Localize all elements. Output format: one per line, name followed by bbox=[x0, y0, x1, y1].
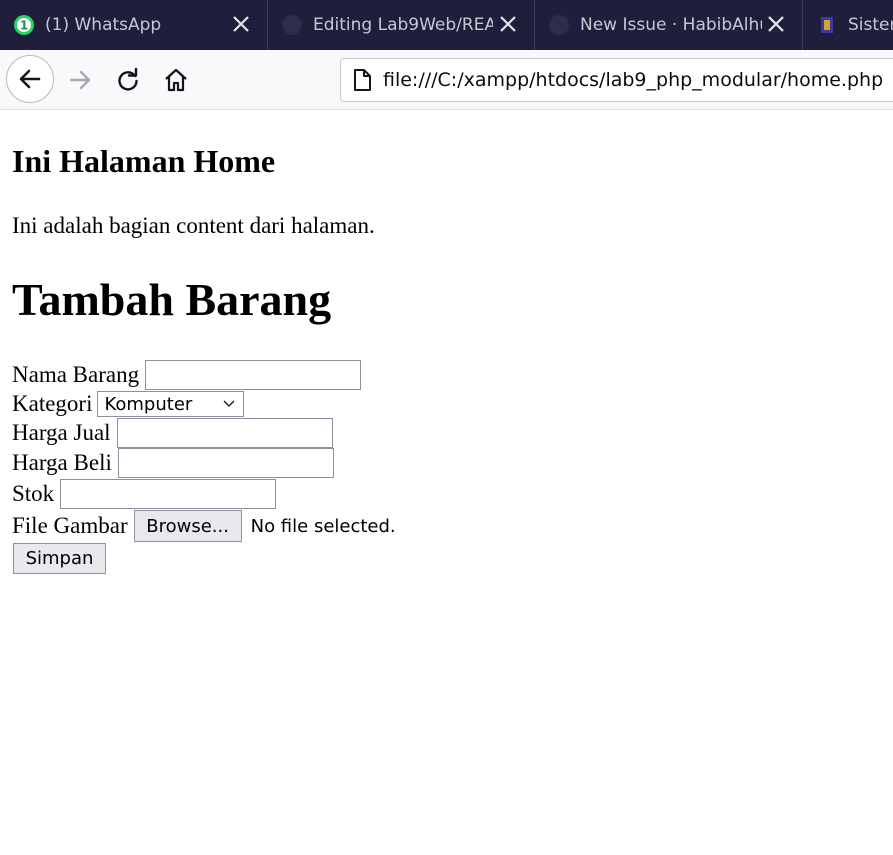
stok-label: Stok bbox=[12, 481, 55, 506]
simpan-button[interactable]: Simpan bbox=[13, 543, 106, 574]
harga-beli-row: Harga Beli bbox=[12, 448, 334, 478]
close-icon[interactable] bbox=[231, 14, 251, 34]
github-icon bbox=[281, 14, 303, 36]
kategori-row: Kategori Komputer bbox=[12, 391, 245, 417]
whatsapp-badge: 1 bbox=[20, 19, 28, 33]
tab-strip: 1 (1) WhatsApp Editing Lab9Web/README Ne… bbox=[0, 0, 893, 50]
file-gambar-label: File Gambar bbox=[12, 513, 128, 538]
harga-beli-input[interactable] bbox=[117, 448, 334, 478]
file-status-text: No file selected. bbox=[250, 515, 396, 537]
tab-title: New Issue · HabibAlhuda bbox=[580, 15, 762, 35]
page-file-icon bbox=[351, 68, 373, 92]
form-title: Tambah Barang bbox=[12, 274, 332, 325]
site-favicon-icon bbox=[816, 14, 838, 36]
home-button[interactable] bbox=[152, 56, 200, 104]
nama-barang-row: Nama Barang bbox=[12, 360, 362, 390]
url-text: file:///C:/xampp/htdocs/lab9_php_modular… bbox=[383, 69, 884, 91]
page-heading: Ini Halaman Home bbox=[12, 143, 276, 179]
harga-beli-label: Harga Beli bbox=[12, 450, 112, 475]
back-button[interactable] bbox=[6, 55, 54, 103]
tab-new-issue[interactable]: New Issue · HabibAlhuda bbox=[535, 0, 803, 50]
chevron-down-icon bbox=[224, 400, 235, 407]
tab-sistem[interactable]: Sistem bbox=[803, 0, 893, 50]
kategori-select[interactable]: Komputer bbox=[97, 391, 245, 417]
tab-editing-readme[interactable]: Editing Lab9Web/README bbox=[268, 0, 535, 50]
address-bar[interactable]: file:///C:/xampp/htdocs/lab9_php_modular… bbox=[340, 58, 893, 102]
arrow-right-icon bbox=[69, 70, 91, 90]
forward-button[interactable] bbox=[56, 56, 104, 104]
tab-title: Editing Lab9Web/README bbox=[313, 15, 493, 35]
browse-button[interactable]: Browse... bbox=[133, 510, 242, 542]
whatsapp-icon: 1 bbox=[13, 14, 35, 36]
harga-jual-label: Harga Jual bbox=[12, 420, 111, 445]
submit-row: Simpan bbox=[12, 543, 106, 574]
reload-button[interactable] bbox=[104, 56, 152, 104]
arrow-left-icon bbox=[19, 69, 41, 89]
intro-text: Ini adalah bagian content dari halaman. bbox=[12, 213, 375, 238]
kategori-label: Kategori bbox=[12, 391, 93, 416]
harga-jual-row: Harga Jual bbox=[12, 418, 333, 448]
tab-whatsapp[interactable]: 1 (1) WhatsApp bbox=[0, 0, 268, 50]
nama-barang-label: Nama Barang bbox=[12, 362, 140, 387]
stok-row: Stok bbox=[12, 479, 277, 509]
tab-title: Sistem bbox=[848, 15, 893, 35]
close-icon[interactable] bbox=[498, 14, 518, 34]
home-icon bbox=[165, 68, 187, 92]
close-icon[interactable] bbox=[766, 14, 786, 34]
harga-jual-input[interactable] bbox=[116, 418, 333, 448]
file-gambar-row: File Gambar Browse... No file selected. bbox=[12, 510, 396, 542]
reload-icon bbox=[118, 67, 138, 91]
github-icon bbox=[548, 14, 570, 36]
navigation-toolbar: file:///C:/xampp/htdocs/lab9_php_modular… bbox=[0, 50, 893, 110]
nama-barang-input[interactable] bbox=[145, 360, 362, 390]
stok-input[interactable] bbox=[60, 479, 277, 509]
tab-title: (1) WhatsApp bbox=[45, 15, 162, 35]
kategori-selected-value: Komputer bbox=[104, 393, 193, 415]
